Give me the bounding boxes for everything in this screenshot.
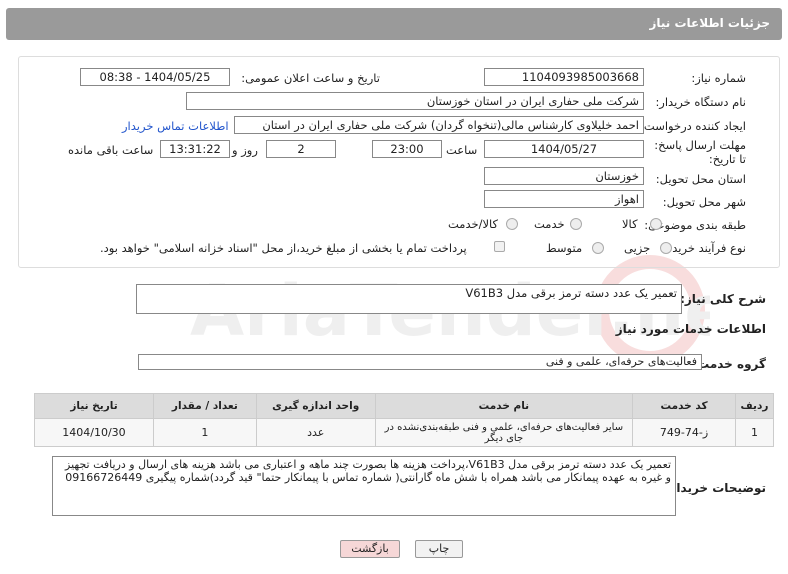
page-header: جزئیات اطلاعات نیاز [6,8,782,40]
category-goods-radio[interactable] [650,218,662,230]
purchase-medium-label: متوسط [546,241,583,255]
col-date: تاریخ نیاز [34,393,154,419]
announce-field: 1404/05/25 - 08:38 [80,68,230,86]
contact-info-link[interactable]: اطلاعات تماس خریدار [122,119,229,133]
treasury-checkbox[interactable] [494,241,505,252]
announce-label: تاریخ و ساعت اعلان عمومی: [241,71,380,85]
city-field: اهواز [484,190,644,208]
page-title: جزئیات اطلاعات نیاز [649,16,770,30]
purchase-medium-radio[interactable] [592,242,604,254]
back-button[interactable]: بازگشت [340,540,400,558]
province-label: استان محل تحویل: [655,172,746,186]
services-table: ردیف کد خدمت نام خدمت واحد اندازه گیری ت… [34,393,775,447]
summary-field[interactable]: تعمیر یک عدد دسته ترمز برقی مدل V61B3 [136,284,682,314]
service-group-label: گروه خدمت: [692,357,766,371]
remaining-label: ساعت باقی مانده [68,143,154,157]
deadline-time-field: 23:00 [372,140,442,158]
category-service-label: خدمت [534,217,565,231]
category-goods-label: کالا [622,217,638,231]
col-row: ردیف [734,393,775,419]
cell-qty: 1 [152,418,257,447]
col-unit: واحد اندازه گیری [255,393,376,419]
deadline-label: مهلت ارسال پاسخ: تا تاریخ: [654,138,746,166]
remaining-time-field: 13:31:22 [160,140,230,158]
deadline-date-field: 1404/05/27 [484,140,644,158]
purchase-type-label: نوع فرآیند خرید : [664,241,746,255]
cell-code: ز-74-749 [632,418,736,447]
col-code: کد خدمت [632,393,736,419]
cell-name: سایر فعالیت‌های حرفه‌ای، علمی و فنی طبقه… [374,418,634,447]
payment-note: پرداخت تمام یا بخشی از مبلغ خرید،از محل … [100,241,467,255]
days-label: روز و [232,143,258,157]
buyer-desc-field[interactable]: تعمیر یک عدد دسته ترمز برقی مدل V61B3،پر… [52,456,676,516]
col-name: نام خدمت [374,393,634,419]
need-number-field: 1104093985003668 [484,68,644,86]
cell-unit: عدد [255,418,376,447]
province-field: خوزستان [484,167,644,185]
category-goods-service-radio[interactable] [506,218,518,230]
time-label: ساعت [446,143,478,157]
purchase-partial-label: جزیی [624,241,651,255]
city-label: شهر محل تحویل: [662,195,746,209]
category-service-radio[interactable] [570,218,582,230]
cell-row: 1 [734,418,775,447]
table-header-row: ردیف کد خدمت نام خدمت واحد اندازه گیری ت… [34,393,775,419]
buyer-org-label: نام دستگاه خریدار: [655,95,746,109]
creator-field: احمد خلیلاوی کارشناس مالی(تنخواه گردان) … [234,116,644,134]
buyer-desc-label: توضیحات خریدار: [664,481,766,495]
summary-label: شرح کلی نیاز: [680,292,766,306]
buyer-org-field: شرکت ملی حفاری ایران در استان خوزستان [186,92,644,110]
print-button[interactable]: چاپ [415,540,463,558]
service-group-field: فعالیت‌های حرفه‌ای، علمی و فنی [138,354,702,370]
col-qty: تعداد / مقدار [152,393,257,419]
services-title: اطلاعات خدمات مورد نیاز [615,322,766,336]
days-field: 2 [266,140,336,158]
category-goods-service-label: کالا/خدمت [448,217,499,231]
purchase-partial-radio[interactable] [660,242,672,254]
table-row: 1 ز-74-749 سایر فعالیت‌های حرفه‌ای، علمی… [34,418,775,447]
need-number-label: شماره نیاز: [691,71,746,85]
cell-date: 1404/10/30 [34,418,154,447]
creator-label: ایجاد کننده درخواست: [640,119,746,133]
